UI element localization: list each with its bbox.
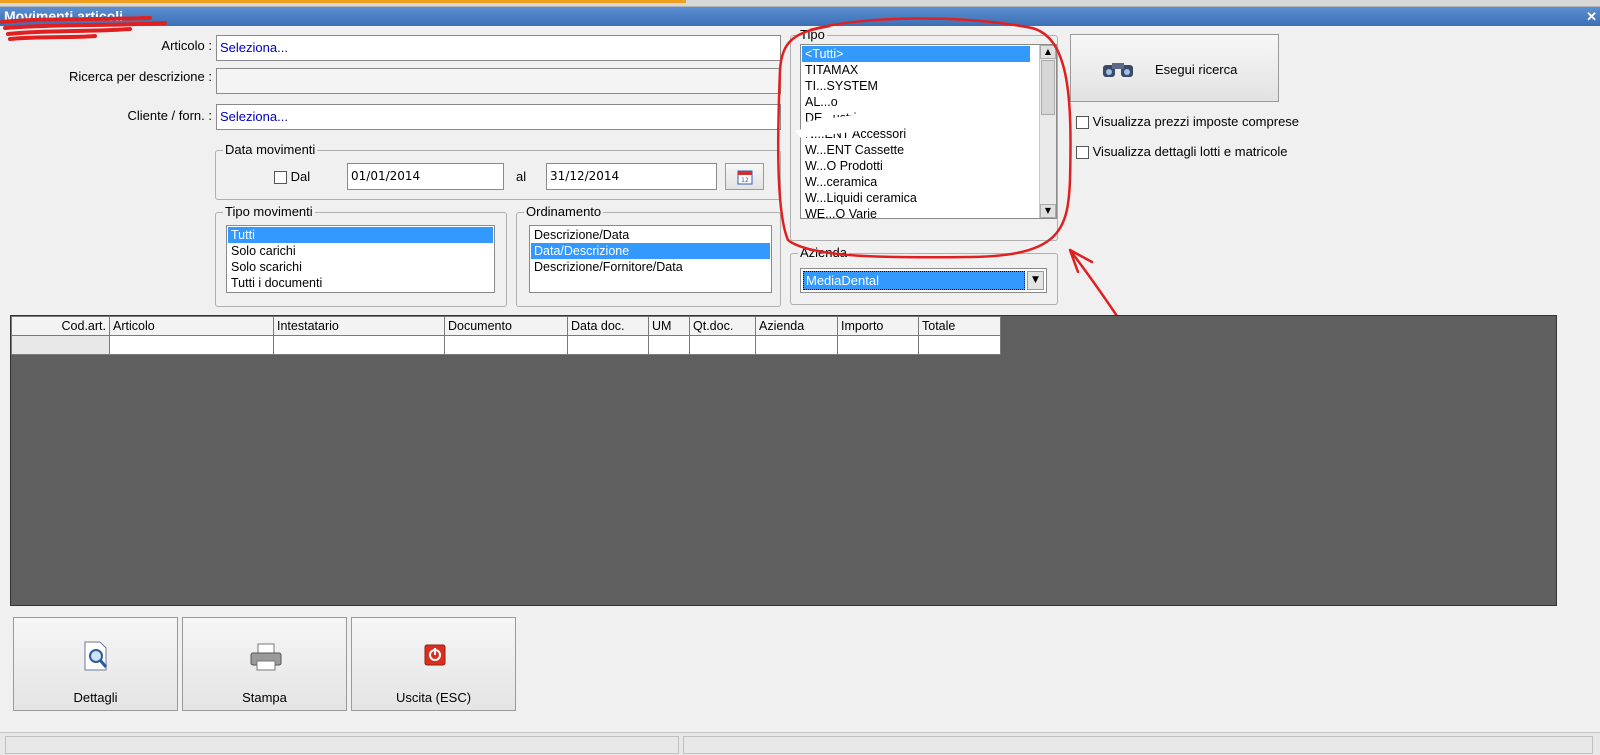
- tipo-movimenti-list[interactable]: Tutti Solo carichi Solo scarichi Tutti i…: [226, 225, 495, 293]
- ordinamento-group: Ordinamento Descrizione/Data Data/Descri…: [516, 204, 781, 307]
- column-header[interactable]: Cod.art.: [11, 316, 110, 336]
- cliente-field[interactable]: Seleziona...: [216, 104, 781, 130]
- column-header[interactable]: Intestatario: [273, 316, 445, 336]
- status-panel-right: [683, 736, 1593, 754]
- tipo-movimenti-legend: Tipo movimenti: [223, 204, 315, 219]
- esegui-ricerca-button[interactable]: Esegui ricerca: [1070, 34, 1279, 102]
- cliente-label: Cliente / forn. :: [127, 108, 212, 123]
- check-lotti-box[interactable]: [1076, 146, 1089, 160]
- dettagli-label: Dettagli: [73, 690, 118, 705]
- status-bar: [0, 732, 1600, 755]
- check-prezzi-label: Visualizza prezzi imposte comprese: [1092, 114, 1300, 129]
- list-item[interactable]: Descrizione/Fornitore/Data: [531, 259, 770, 275]
- data-movimenti-legend: Data movimenti: [223, 142, 318, 157]
- calendar-button[interactable]: 12: [725, 163, 764, 190]
- top-strip: [0, 0, 1600, 7]
- list-item[interactable]: Tutti: [228, 227, 493, 243]
- check-prezzi[interactable]: Visualizza prezzi imposte comprese: [1076, 114, 1300, 130]
- table-cell[interactable]: [837, 335, 919, 355]
- data-movimenti-group: Data movimenti Dal 01/01/2014 al 31/12/2…: [215, 142, 781, 200]
- date-to-input[interactable]: 31/12/2014: [546, 163, 717, 190]
- list-item[interactable]: Data/Descrizione: [531, 243, 770, 259]
- list-item[interactable]: Descrizione/Data: [531, 227, 770, 243]
- list-item[interactable]: Solo scarichi: [228, 259, 493, 275]
- table-cell[interactable]: [689, 335, 756, 355]
- esegui-ricerca-label: Esegui ricerca: [1155, 62, 1238, 77]
- check-prezzi-box[interactable]: [1076, 116, 1089, 130]
- ordinamento-list[interactable]: Descrizione/Data Data/Descrizione Descri…: [529, 225, 772, 293]
- status-panel-left: [5, 736, 679, 754]
- table-cell[interactable]: [567, 335, 649, 355]
- table-row[interactable]: [11, 335, 1001, 355]
- dal-checkbox[interactable]: Dal: [274, 169, 311, 185]
- ricerca-input[interactable]: [216, 68, 781, 94]
- table-cell[interactable]: [648, 335, 690, 355]
- column-header[interactable]: Articolo: [109, 316, 274, 336]
- ricerca-label: Ricerca per descrizione :: [68, 69, 212, 84]
- column-header[interactable]: Totale: [918, 316, 1001, 336]
- magnifier-document-icon: [84, 641, 108, 671]
- printer-icon: [250, 643, 282, 671]
- table-cell[interactable]: [273, 335, 445, 355]
- table-cell[interactable]: [11, 335, 110, 355]
- column-header[interactable]: Data doc.: [567, 316, 649, 336]
- calendar-icon: 12: [737, 170, 752, 185]
- list-item[interactable]: Solo carichi: [228, 243, 493, 259]
- articolo-label: Articolo :: [161, 38, 212, 53]
- close-icon[interactable]: ✕: [1586, 7, 1597, 26]
- check-lotti[interactable]: Visualizza dettagli lotti e matricole: [1076, 144, 1288, 160]
- column-header[interactable]: Importo: [837, 316, 919, 336]
- dal-checkbox-box[interactable]: [274, 171, 287, 185]
- dettagli-button[interactable]: Dettagli: [13, 617, 178, 711]
- table-cell[interactable]: [109, 335, 274, 355]
- table-cell[interactable]: [444, 335, 568, 355]
- uscita-button[interactable]: Uscita (ESC): [351, 617, 516, 711]
- column-header[interactable]: Azienda: [755, 316, 838, 336]
- stampa-button[interactable]: Stampa: [182, 617, 347, 711]
- column-header[interactable]: Documento: [444, 316, 568, 336]
- binoculars-icon: [1103, 63, 1133, 77]
- uscita-label: Uscita (ESC): [395, 690, 472, 705]
- table-cell[interactable]: [755, 335, 838, 355]
- column-header[interactable]: Qt.doc.: [689, 316, 756, 336]
- exit-icon: [424, 644, 446, 666]
- check-lotti-label: Visualizza dettagli lotti e matricole: [1092, 144, 1288, 159]
- results-grid[interactable]: Cod.art. Articolo Intestatario Documento…: [10, 315, 1557, 606]
- al-label: al: [516, 169, 527, 184]
- results-table[interactable]: Cod.art. Articolo Intestatario Documento…: [11, 316, 1001, 355]
- dal-label: Dal: [290, 169, 311, 184]
- stampa-label: Stampa: [242, 690, 287, 705]
- ordinamento-legend: Ordinamento: [524, 204, 604, 219]
- svg-text:12: 12: [741, 177, 749, 184]
- tipo-movimenti-group: Tipo movimenti Tutti Solo carichi Solo s…: [215, 204, 507, 307]
- column-header[interactable]: UM: [648, 316, 690, 336]
- table-cell[interactable]: [918, 335, 1001, 355]
- articolo-field[interactable]: Seleziona...: [216, 35, 781, 61]
- date-from-input[interactable]: 01/01/2014: [347, 163, 504, 190]
- list-item[interactable]: Tutti i documenti: [228, 275, 493, 291]
